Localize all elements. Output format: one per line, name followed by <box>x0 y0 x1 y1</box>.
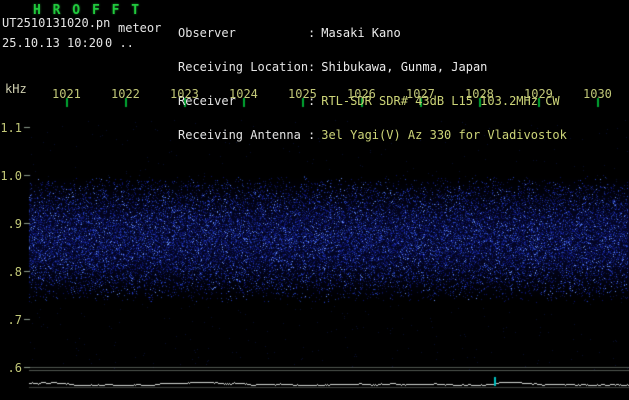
output-filename: UT2510131020.pn <box>2 16 111 30</box>
y-tick-label: 1.1 <box>0 121 22 135</box>
x-tick-label: 1023 <box>170 87 199 101</box>
info-label: Observer <box>178 25 236 40</box>
info-label: Receiving Location <box>178 60 309 75</box>
y-tick-label: .6 <box>7 361 22 375</box>
info-separator: : <box>308 25 316 40</box>
station-info: Observer: Masaki Kano Receiving Location:… <box>178 5 567 165</box>
status-counter: 0 .. <box>105 36 134 50</box>
x-tick-label: 1025 <box>288 87 317 101</box>
info-value: Shibukawa, Gunma, Japan <box>321 60 488 75</box>
y-axis-unit: kHz <box>5 82 27 96</box>
datetime-label: 25.10.13 10:20 <box>2 36 104 50</box>
x-tick-label: 1027 <box>406 87 435 101</box>
info-label: Receiving Antenna <box>178 128 301 143</box>
x-tick-label: 1021 <box>52 87 81 101</box>
info-value: Masaki Kano <box>321 25 401 40</box>
hrofft-screen: H R O F F T UT2510131020.pn meteor 25.10… <box>0 0 629 400</box>
info-separator: : <box>308 128 316 143</box>
y-tick-label: .9 <box>7 217 22 231</box>
x-tick-label: 1022 <box>111 87 140 101</box>
x-tick-label: 1028 <box>465 87 494 101</box>
y-tick-label: .8 <box>7 265 22 279</box>
info-separator: : <box>308 60 316 75</box>
x-tick-label: 1024 <box>229 87 258 101</box>
y-tick-label: .7 <box>7 313 22 327</box>
x-tick-label: 1030 <box>583 87 612 101</box>
info-row-observer: Observer: Masaki Kano <box>178 25 567 40</box>
info-value: 3el Yagi(V) Az 330 for Vladivostok <box>321 128 567 143</box>
info-row-antenna: Receiving Antenna:3el Yagi(V) Az 330 for… <box>178 128 567 143</box>
x-tick-label: 1029 <box>524 87 553 101</box>
y-tick-label: 1.0 <box>0 169 22 183</box>
mode-label: meteor <box>118 21 162 35</box>
x-tick-label: 1026 <box>347 87 376 101</box>
info-row-location: Receiving Location: Shibukawa, Gunma, Jap… <box>178 60 567 75</box>
